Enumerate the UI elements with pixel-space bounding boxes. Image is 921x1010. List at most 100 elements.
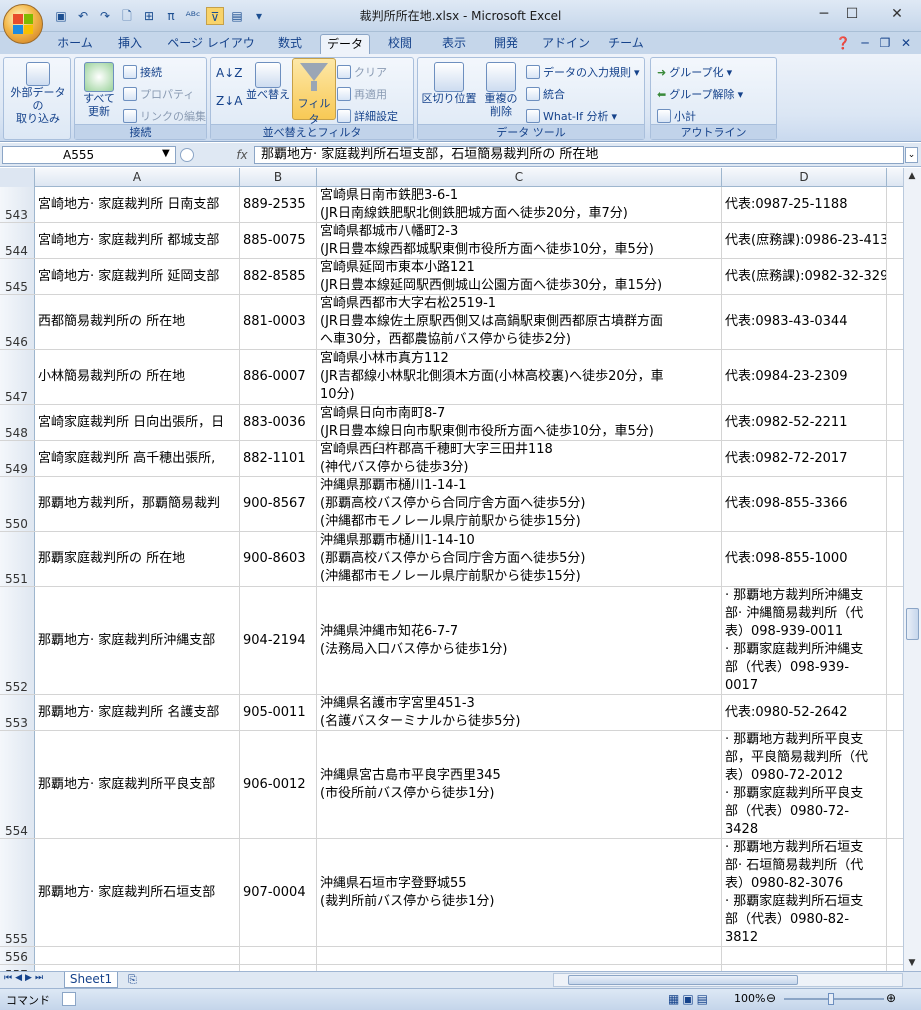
cell-c[interactable]: 宮崎県日向市南町8-7 (JR日豊本線日向市駅東側市役所方面へ徒歩10分，車5分) <box>317 405 722 440</box>
row-header[interactable]: 543 <box>0 187 35 222</box>
cell-c[interactable] <box>317 947 722 964</box>
cell-d[interactable]: · 那覇地方裁判所沖縄支 部· 沖縄簡易裁判所（代 表）098-939-0011 · … <box>722 587 887 694</box>
worksheet-grid[interactable]: A B C D 543 宮崎地方· 家庭裁判所 日南支部 889-2535 宮崎県日南… <box>0 168 903 971</box>
cell-c[interactable]: 宮崎県延岡市東本小路121 (JR日豊本線延岡駅西側城山公園方面へ徒歩30分，車1… <box>317 259 722 294</box>
text-to-columns-button[interactable]: 区切り位置 <box>421 62 477 105</box>
zoom-slider-thumb[interactable] <box>828 993 834 1005</box>
maximize-button[interactable]: ☐ <box>838 4 866 24</box>
cell-b[interactable]: 900-8567 <box>240 477 317 531</box>
tab-addins[interactable]: アドイン <box>538 34 594 54</box>
cell-c[interactable]: 沖縄県那覇市樋川1-14-1 (那覇高校バス停から合同庁舎方面へ徒歩5分) (沖縄都… <box>317 477 722 531</box>
cell-d[interactable]: 代表:098-855-3366 <box>722 477 887 531</box>
remove-duplicates-button[interactable]: 重複の 削除 <box>480 62 522 118</box>
formula-bar-splitter[interactable] <box>180 148 194 162</box>
tab-data[interactable]: データ <box>320 34 370 54</box>
data-validation-button[interactable]: データの入力規則 ▾ <box>526 64 640 80</box>
row-header[interactable]: 551 <box>0 532 35 586</box>
form-icon[interactable]: ▤ <box>228 7 246 25</box>
row-header[interactable]: 544 <box>0 223 35 258</box>
column-header-c[interactable]: C <box>317 168 722 187</box>
cell-d[interactable]: 代表:0983-43-0344 <box>722 295 887 349</box>
cell-b[interactable]: 906-0012 <box>240 731 317 838</box>
row-header[interactable]: 556 <box>0 947 35 964</box>
scroll-down-icon[interactable]: ▼ <box>904 955 920 971</box>
zoom-in-icon[interactable]: ⊕ <box>886 991 896 1005</box>
row-header[interactable]: 555 <box>0 839 35 946</box>
what-if-button[interactable]: What-If 分析 ▾ <box>526 108 617 124</box>
cell-a[interactable]: 那覇地方· 家庭裁判所石垣支部 <box>35 839 240 946</box>
sort-button[interactable]: 並べ替え <box>245 62 291 101</box>
cell-b[interactable]: 885-0075 <box>240 223 317 258</box>
cell-b[interactable]: 883-0036 <box>240 405 317 440</box>
view-buttons-icon[interactable]: ▦▣▤ <box>668 992 711 1006</box>
advanced-filter-button[interactable]: 詳細設定 <box>337 108 398 124</box>
cell-a[interactable]: 那覇家庭裁判所の 所在地 <box>35 532 240 586</box>
cell-d[interactable]: 代表:0987-25-1188 <box>722 187 887 222</box>
horizontal-scroll-thumb[interactable] <box>568 975 798 985</box>
row-header[interactable]: 549 <box>0 441 35 476</box>
sheet-tab-sheet1[interactable]: Sheet1 <box>64 972 118 988</box>
cell-a[interactable]: 小林簡易裁判所の 所在地 <box>35 350 240 404</box>
cell-b[interactable]: 907-0004 <box>240 839 317 946</box>
cell-c[interactable]: 宮崎県小林市真方112 (JR吉都線小林駅北側須木方面(小林高校裏)へ徒歩20分，… <box>317 350 722 404</box>
clear-filter-button[interactable]: クリア <box>337 64 387 80</box>
tab-formulas[interactable]: 数式 <box>268 34 312 54</box>
row-header[interactable]: 554 <box>0 731 35 838</box>
cell-c[interactable]: 宮崎県西臼杵郡高千穂町大字三田井118 (神代バス停から徒歩3分) <box>317 441 722 476</box>
close-button[interactable]: ✕ <box>883 4 911 24</box>
subtotal-button[interactable]: 小計 <box>657 108 696 124</box>
name-box-dropdown-icon[interactable]: ▼ <box>162 148 170 159</box>
ribbon-minimize-icon[interactable]: ─ <box>856 34 874 54</box>
row-header[interactable]: 545 <box>0 259 35 294</box>
formula-input[interactable]: 那覇地方· 家庭裁判所石垣支部，石垣簡易裁判所の 所在地 <box>254 146 904 164</box>
column-header-d[interactable]: D <box>722 168 887 187</box>
ribbon-restore-icon[interactable]: ❐ <box>876 34 894 54</box>
cell-c[interactable]: 沖縄県名護市字宮里451-3 (名護バスターミナルから徒歩5分) <box>317 695 722 730</box>
cell-c[interactable]: 沖縄県石垣市字登野城55 (裁判所前バス停から徒歩1分) <box>317 839 722 946</box>
filter-toggle-icon[interactable]: ⊽ <box>206 7 224 25</box>
expand-formula-bar-icon[interactable]: ⌄ <box>905 147 918 163</box>
borders-icon[interactable]: ⊞ <box>140 7 158 25</box>
cell-c[interactable]: 沖縄県沖縄市知花6-7-7 (法務局入口バス停から徒歩1分) <box>317 587 722 694</box>
cell-b[interactable]: 904-2194 <box>240 587 317 694</box>
tab-home[interactable]: ホーム <box>52 34 98 54</box>
ungroup-button[interactable]: ⬅ グループ解除 ▾ <box>657 86 743 102</box>
cell-d[interactable]: 代表(庶務課):0982-32-3291 <box>722 259 887 294</box>
cell-b[interactable]: 882-1101 <box>240 441 317 476</box>
cell-a[interactable]: 那覇地方裁判所，那覇簡易裁判 <box>35 477 240 531</box>
vertical-scroll-thumb[interactable] <box>906 608 919 640</box>
insert-function-icon[interactable]: fx <box>233 146 251 164</box>
cell-d[interactable]: 代表:0984-23-2309 <box>722 350 887 404</box>
cell-d[interactable]: · 那覇地方裁判所平良支 部，平良簡易裁判所（代 表）0980-72-2012 · 那… <box>722 731 887 838</box>
vertical-scrollbar[interactable]: ▲ ▼ <box>903 168 921 971</box>
cell-a[interactable]: 宮崎地方· 家庭裁判所 日南支部 <box>35 187 240 222</box>
cell-a[interactable]: 宮崎地方· 家庭裁判所 都城支部 <box>35 223 240 258</box>
tab-review[interactable]: 校閲 <box>378 34 422 54</box>
cell-a[interactable]: 西都簡易裁判所の 所在地 <box>35 295 240 349</box>
row-header[interactable]: 548 <box>0 405 35 440</box>
customize-qat-icon[interactable]: ▾ <box>250 7 268 25</box>
horizontal-scrollbar[interactable] <box>553 973 903 987</box>
external-data-button[interactable]: 外部データの 取り込み <box>6 62 70 125</box>
tab-team[interactable]: チーム <box>602 34 650 54</box>
print-preview-icon[interactable]: 🗋 <box>118 7 136 25</box>
cell-c[interactable]: 沖縄県那覇市樋川1-14-10 (那覇高校バス停から合同庁舎方面へ徒歩5分) (沖縄… <box>317 532 722 586</box>
group-button[interactable]: ➜ グループ化 ▾ <box>657 64 732 80</box>
row-header[interactable]: 550 <box>0 477 35 531</box>
scroll-up-icon[interactable]: ▲ <box>904 168 920 184</box>
tab-page-layout[interactable]: ページ レイアウト <box>162 34 260 68</box>
sort-za-button[interactable]: Z↓A <box>216 94 242 108</box>
cell-b[interactable]: 889-2535 <box>240 187 317 222</box>
office-button[interactable] <box>3 4 43 44</box>
cell-a[interactable]: 那覇地方· 家庭裁判所沖縄支部 <box>35 587 240 694</box>
cell-b[interactable]: 905-0011 <box>240 695 317 730</box>
cell-d[interactable]: 代表:098-855-1000 <box>722 532 887 586</box>
save-icon[interactable]: ▣ <box>52 7 70 25</box>
filter-button[interactable]: フィルタ <box>292 58 336 126</box>
column-header-b[interactable]: B <box>240 168 317 187</box>
minimize-button[interactable]: ─ <box>810 4 838 24</box>
cell-d[interactable]: 代表:0982-72-2017 <box>722 441 887 476</box>
refresh-all-button[interactable]: すべて 更新 <box>78 62 120 118</box>
connections-button[interactable]: 接続 <box>123 64 162 80</box>
help-icon[interactable]: ❓ <box>834 34 852 54</box>
